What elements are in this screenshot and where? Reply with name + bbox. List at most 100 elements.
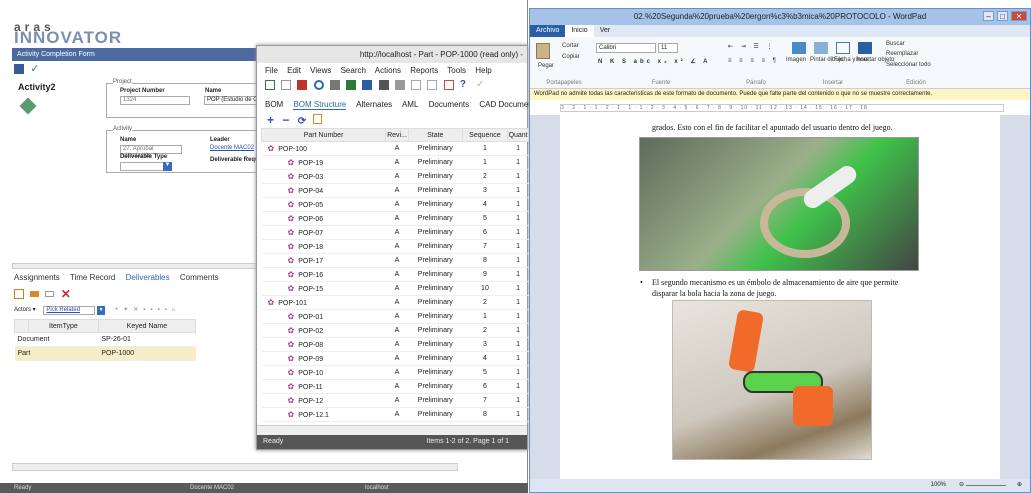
tab-ver[interactable]: Ver bbox=[594, 25, 617, 37]
zoom-out-icon[interactable]: ⊖ bbox=[959, 479, 964, 492]
paste-icon[interactable] bbox=[536, 43, 550, 59]
lock-icon[interactable] bbox=[378, 80, 389, 90]
chevron-down-icon[interactable]: ▼ bbox=[163, 162, 172, 171]
act-name-field[interactable]: 27. Aprobar simulación bbox=[120, 145, 182, 159]
col-itemtype[interactable]: ItemType bbox=[28, 319, 99, 333]
part-window-title[interactable]: http://localhost - Part - POP-1000 (read… bbox=[257, 46, 527, 63]
font-name-select[interactable]: Calibri bbox=[596, 43, 656, 53]
blank-row-icon[interactable] bbox=[45, 291, 55, 297]
table-row[interactable]: ✿ POP-03 A Preliminary 2 1 bbox=[261, 169, 529, 184]
excel-icon[interactable] bbox=[346, 80, 357, 90]
done-icon[interactable]: ✓ bbox=[476, 80, 486, 90]
paste-label[interactable]: Pegar bbox=[538, 63, 554, 69]
paragraph-buttons[interactable]: ⇤ ⇥ ☰ ⋮ bbox=[728, 43, 775, 50]
table-row[interactable]: ✿ POP-18 A Preliminary 7 1 bbox=[261, 239, 529, 254]
menu-search[interactable]: Search bbox=[341, 66, 366, 75]
align-buttons[interactable]: ≡ ≡ ≡ ≡ ¶ bbox=[728, 58, 779, 64]
col-revision[interactable]: Revi... bbox=[385, 128, 409, 142]
save-icon[interactable] bbox=[14, 64, 24, 74]
table-row[interactable]: ✿ POP-04 A Preliminary 3 1 bbox=[261, 183, 529, 198]
splitter[interactable] bbox=[12, 263, 260, 269]
menu-file[interactable]: File bbox=[265, 66, 278, 75]
tab-deliverables[interactable]: Deliverables bbox=[126, 273, 170, 282]
grid-toolbar-icons[interactable]: +✶✕▪▪▪▪⌂ bbox=[115, 307, 181, 313]
collapse-all-icon[interactable]: − bbox=[282, 113, 289, 127]
document-page[interactable]: grados. Esto con el fin de facilitar el … bbox=[560, 115, 1000, 481]
table-row[interactable]: ✿ POP-09 A Preliminary 4 1 bbox=[261, 351, 529, 366]
table-row[interactable]: ✿ POP-07 A Preliminary 6 1 bbox=[261, 225, 529, 240]
close-icon[interactable]: ✕ bbox=[1011, 11, 1027, 21]
object-icon[interactable] bbox=[858, 42, 872, 54]
table-row[interactable]: Document SP-26-01 bbox=[14, 332, 196, 347]
promote-icon[interactable] bbox=[427, 80, 438, 90]
delete-icon[interactable] bbox=[297, 80, 308, 90]
zoom-slider[interactable] bbox=[966, 485, 1006, 486]
refresh-icon[interactable]: ⟳ bbox=[298, 116, 306, 127]
table-row[interactable]: Part POP-1000 bbox=[14, 346, 196, 361]
tab-alternates[interactable]: Alternates bbox=[356, 100, 392, 109]
check-icon[interactable]: ✓ bbox=[30, 64, 40, 75]
calendar-icon[interactable] bbox=[836, 42, 850, 54]
table-row[interactable]: ✿ POP-06 A Preliminary 5 1 bbox=[261, 211, 529, 226]
expand-all-icon[interactable]: + bbox=[267, 113, 274, 127]
zoom-in-icon[interactable]: ⊕ bbox=[1017, 479, 1022, 492]
col-keyed-name[interactable]: Keyed Name bbox=[97, 319, 197, 333]
cut-label[interactable]: Cortar bbox=[562, 43, 579, 49]
ruler[interactable]: 3 · 2 · 1 · 1 · 2 · 1 · 1 · 1 · 2 · 3 · … bbox=[560, 104, 1004, 112]
table-row[interactable]: ✿ POP-15 A Preliminary 10 1 bbox=[261, 281, 529, 296]
tab-comments[interactable]: Comments bbox=[180, 273, 219, 282]
pick-related-select[interactable]: Pick Related bbox=[43, 306, 96, 315]
word-icon[interactable] bbox=[362, 80, 373, 90]
delete-icon[interactable]: ✕ bbox=[61, 288, 71, 300]
table-row[interactable]: ✿ POP-02 A Preliminary 2 1 bbox=[261, 323, 529, 338]
horizontal-scrollbar[interactable] bbox=[12, 463, 458, 471]
wordpad-title[interactable]: 02.%20Segunda%20prueba%20ergon%c3%b3mica… bbox=[530, 9, 1030, 25]
new-icon[interactable] bbox=[265, 80, 275, 90]
tab-bom-structure[interactable]: BOM Structure bbox=[293, 100, 347, 110]
horizontal-scrollbar[interactable] bbox=[257, 425, 527, 435]
save-icon[interactable] bbox=[281, 80, 292, 90]
tab-assignments[interactable]: Assignments bbox=[14, 273, 60, 282]
tab-aml[interactable]: AML bbox=[402, 100, 418, 109]
name-field[interactable]: POP (Estudio de Ca bbox=[204, 96, 262, 105]
table-row[interactable]: ✿ POP-08 A Preliminary 3 1 bbox=[261, 337, 529, 352]
replace-button[interactable]: Reemplazar bbox=[886, 51, 918, 57]
tab-documents[interactable]: Documents bbox=[429, 100, 469, 109]
image-icon[interactable] bbox=[792, 42, 806, 54]
refresh-icon[interactable] bbox=[313, 80, 324, 90]
table-row[interactable]: ✿ POP-10 A Preliminary 5 1 bbox=[261, 365, 529, 380]
help-icon[interactable]: ? bbox=[460, 80, 470, 90]
maximize-icon[interactable]: □ bbox=[997, 11, 1008, 21]
table-row[interactable]: ✿ POP-01 A Preliminary 1 1 bbox=[261, 309, 529, 324]
font-size-select[interactable]: 11 bbox=[658, 43, 678, 53]
select-all-button[interactable]: Seleccionar todo bbox=[886, 62, 931, 68]
leader-link[interactable]: Docente MAC02 bbox=[210, 145, 254, 151]
tab-archivo[interactable]: Archivo bbox=[530, 25, 566, 37]
table-row[interactable]: ✿ POP-05 A Preliminary 4 1 bbox=[261, 197, 529, 212]
tab-time-record[interactable]: Time Record bbox=[70, 273, 116, 282]
insert-image[interactable]: Imagen bbox=[786, 57, 806, 63]
pick-icon[interactable] bbox=[30, 291, 40, 297]
print-icon[interactable] bbox=[329, 80, 340, 90]
col-part-number[interactable]: Part Number bbox=[260, 128, 387, 142]
menu-actions[interactable]: Actions bbox=[375, 66, 401, 75]
menu-reports[interactable]: Reports bbox=[410, 66, 438, 75]
col-state[interactable]: State bbox=[407, 128, 463, 142]
undo-icon[interactable] bbox=[411, 80, 422, 90]
new-item-icon[interactable] bbox=[14, 289, 24, 299]
table-row[interactable]: ✿ POP-19 A Preliminary 1 1 bbox=[261, 155, 529, 170]
paint-icon[interactable] bbox=[814, 42, 828, 54]
find-button[interactable]: Buscar bbox=[886, 41, 905, 47]
table-row[interactable]: ✿ POP-11 A Preliminary 6 1 bbox=[261, 379, 529, 394]
project-number-field[interactable]: 1324 bbox=[120, 96, 190, 105]
table-row[interactable]: ✿ POP-12.1 A Preliminary 8 1 bbox=[261, 407, 529, 422]
minimize-icon[interactable]: – bbox=[983, 11, 994, 21]
unlock-icon[interactable] bbox=[394, 80, 405, 90]
table-row[interactable]: ✿ POP-101 A Preliminary 2 1 bbox=[261, 295, 529, 310]
col-sequence[interactable]: Sequence bbox=[461, 128, 509, 142]
table-row[interactable]: ✿ POP-12 A Preliminary 7 1 bbox=[261, 393, 529, 408]
menu-help[interactable]: Help bbox=[475, 66, 491, 75]
tab-bom[interactable]: BOM bbox=[265, 100, 283, 109]
copy-label[interactable]: Copiar bbox=[562, 54, 580, 60]
table-row[interactable]: ✿ POP-17 A Preliminary 8 1 bbox=[261, 253, 529, 268]
